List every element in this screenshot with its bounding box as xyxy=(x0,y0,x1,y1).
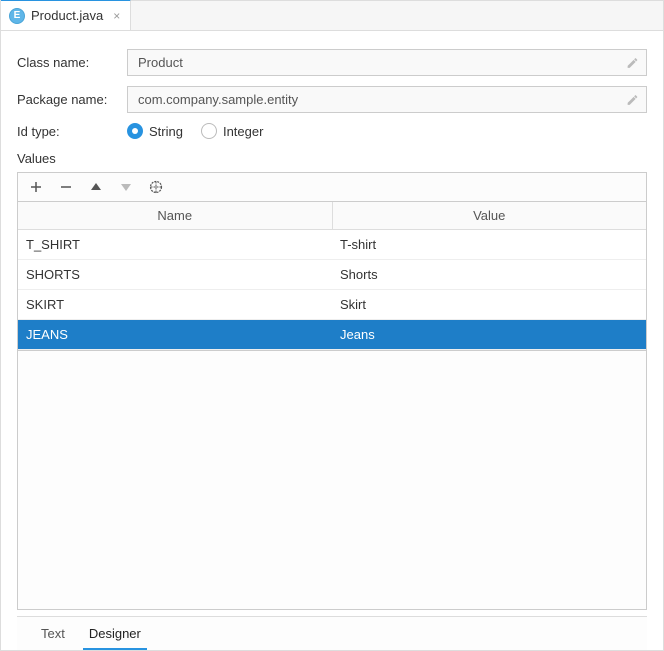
class-name-input[interactable]: Product xyxy=(127,49,647,76)
id-type-integer-radio[interactable]: Integer xyxy=(201,123,263,139)
cell-name: JEANS xyxy=(18,320,332,349)
cell-name: SKIRT xyxy=(18,290,332,319)
id-type-radio-group: String Integer xyxy=(127,123,263,139)
table-row[interactable]: JEANS Jeans xyxy=(18,320,646,350)
enum-file-icon: E xyxy=(9,8,25,24)
editor-window: E Product.java × Class name: Product Pac… xyxy=(0,0,664,651)
tab-designer[interactable]: Designer xyxy=(83,618,147,650)
remove-icon[interactable] xyxy=(58,179,74,195)
table-body: T_SHIRT T-shirt SHORTS Shorts SKIRT Skir… xyxy=(18,230,646,350)
package-name-label: Package name: xyxy=(17,92,127,107)
globe-icon[interactable] xyxy=(148,179,164,195)
package-name-input[interactable]: com.company.sample.entity xyxy=(127,86,647,113)
table-row[interactable]: SKIRT Skirt xyxy=(18,290,646,320)
radio-label: Integer xyxy=(223,124,263,139)
tab-title: Product.java xyxy=(31,8,103,23)
values-toolbar xyxy=(17,172,647,201)
cell-value: Skirt xyxy=(332,290,646,319)
table-empty-area xyxy=(17,351,647,610)
edit-icon[interactable] xyxy=(626,56,639,69)
cell-name: T_SHIRT xyxy=(18,230,332,259)
table-row[interactable]: T_SHIRT T-shirt xyxy=(18,230,646,260)
bottom-tabs: Text Designer xyxy=(17,616,647,650)
class-name-label: Class name: xyxy=(17,55,127,70)
id-type-label: Id type: xyxy=(17,124,127,139)
table-row[interactable]: SHORTS Shorts xyxy=(18,260,646,290)
cell-value: Jeans xyxy=(332,320,646,349)
add-icon[interactable] xyxy=(28,179,44,195)
column-header-value[interactable]: Value xyxy=(333,202,647,229)
cell-value: T-shirt xyxy=(332,230,646,259)
move-up-icon[interactable] xyxy=(88,179,104,195)
values-table: Name Value T_SHIRT T-shirt SHORTS Shorts… xyxy=(17,201,647,351)
tab-text[interactable]: Text xyxy=(35,618,71,650)
radio-dot-icon xyxy=(127,123,143,139)
editor-tabs: E Product.java × xyxy=(1,1,663,31)
table-header: Name Value xyxy=(18,202,646,230)
designer-panel: Class name: Product Package name: com.co… xyxy=(1,31,663,650)
edit-icon[interactable] xyxy=(626,93,639,106)
column-header-name[interactable]: Name xyxy=(18,202,333,229)
cell-name: SHORTS xyxy=(18,260,332,289)
move-down-icon[interactable] xyxy=(118,179,134,195)
values-label: Values xyxy=(17,151,647,166)
id-type-string-radio[interactable]: String xyxy=(127,123,183,139)
close-icon[interactable]: × xyxy=(113,9,120,23)
cell-value: Shorts xyxy=(332,260,646,289)
radio-dot-icon xyxy=(201,123,217,139)
tab-product-java[interactable]: E Product.java × xyxy=(1,0,131,30)
radio-label: String xyxy=(149,124,183,139)
